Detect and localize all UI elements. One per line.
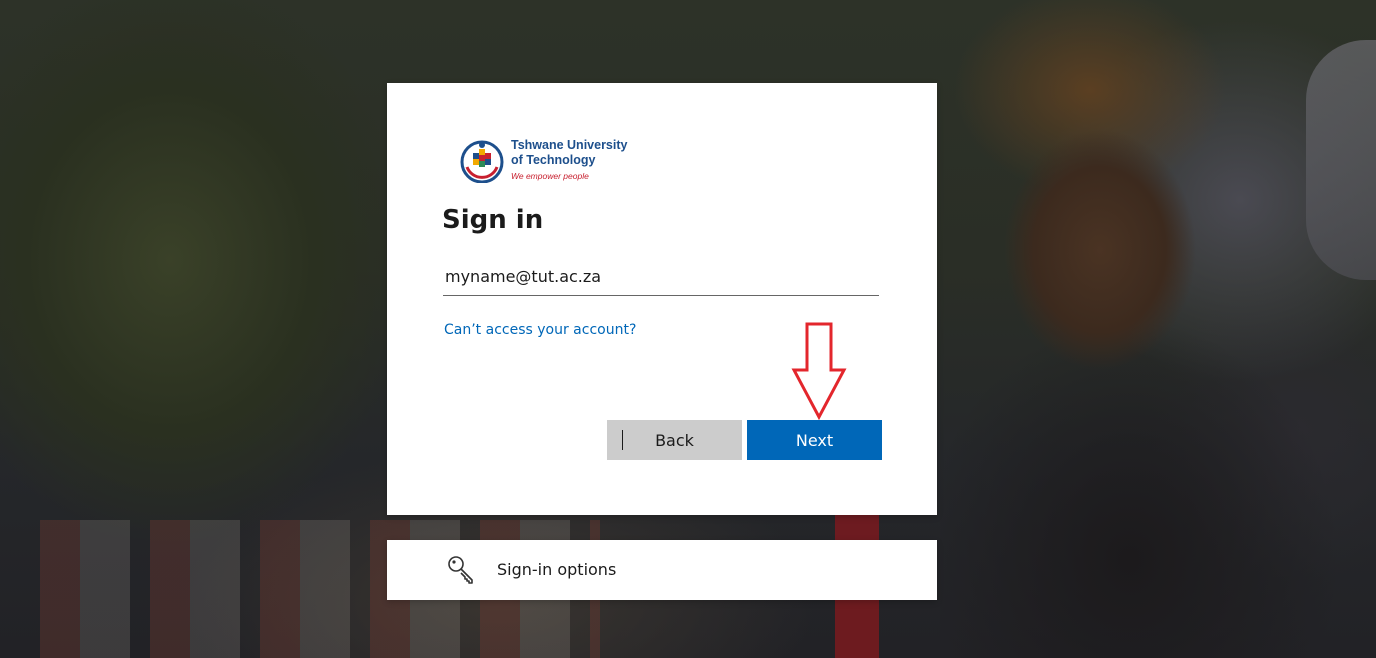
next-button-label: Next bbox=[795, 430, 834, 450]
next-button[interactable]: Next bbox=[747, 420, 882, 460]
logo-text-line2: of Technology bbox=[511, 153, 596, 167]
back-button-label: Back bbox=[655, 430, 694, 450]
cant-access-account-link[interactable]: Can’t access your account? bbox=[444, 322, 636, 338]
email-field[interactable] bbox=[443, 258, 879, 296]
key-icon bbox=[448, 556, 473, 584]
logo-text-line1: Tshwane University bbox=[511, 138, 628, 152]
page-title: Sign in bbox=[442, 205, 544, 235]
university-logo-icon bbox=[460, 140, 504, 183]
sign-in-options-label: Sign-in options bbox=[497, 560, 617, 579]
focus-caret bbox=[622, 430, 623, 450]
sign-in-card: Tshwane University of Technology We empo… bbox=[387, 83, 937, 515]
sign-in-options-button[interactable]: Sign-in options bbox=[387, 540, 937, 600]
back-button[interactable]: Back bbox=[607, 420, 742, 460]
background-detail bbox=[1306, 40, 1376, 280]
arrow-down-icon bbox=[791, 322, 847, 420]
university-logo: Tshwane University of Technology We empo… bbox=[459, 137, 659, 185]
logo-tagline: We empower people bbox=[511, 171, 589, 181]
page: Tshwane University of Technology We empo… bbox=[0, 0, 1376, 658]
